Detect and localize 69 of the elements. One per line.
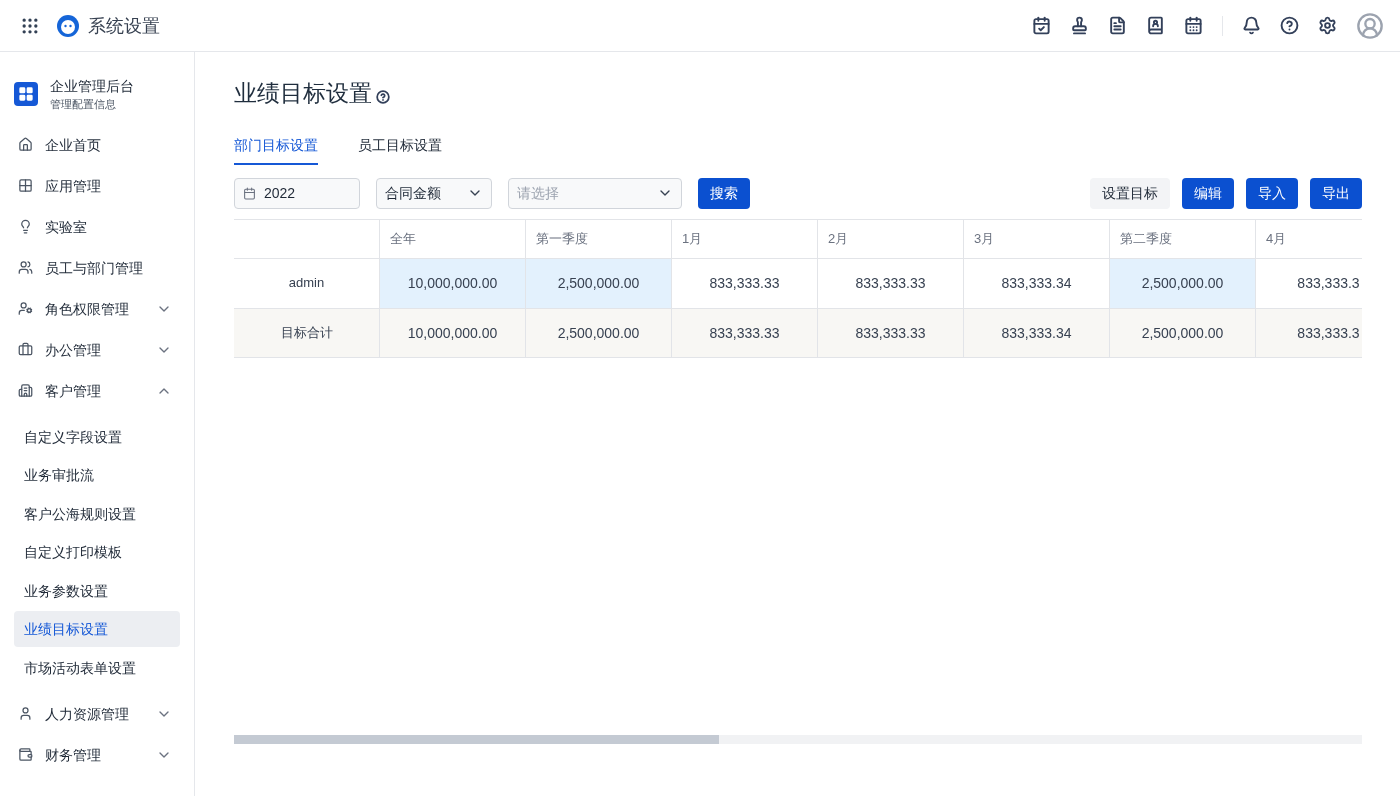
sidebar-item[interactable]: 员工与部门管理 — [14, 247, 180, 288]
sidebar-item[interactable]: 人力资源管理 — [14, 693, 180, 734]
table-cell: 2,500,000.00 — [526, 308, 672, 357]
table-cell: 833,333.34 — [964, 308, 1110, 357]
table-cell: 2,500,000.00 — [526, 258, 672, 308]
user-icon — [18, 706, 33, 721]
calendar-icon — [243, 186, 256, 200]
sidebar-subtitle: 管理配置信息 — [50, 97, 117, 112]
column-header: 全年 — [380, 219, 526, 258]
action-button[interactable]: 设置目标 — [1090, 177, 1170, 209]
table-cell: 833,333.33 — [818, 308, 964, 357]
calendar-check-icon[interactable] — [1032, 16, 1051, 35]
table-cell: 833,333.33 — [672, 308, 818, 357]
action-button[interactable]: 导出 — [1310, 177, 1362, 209]
year-picker[interactable]: 2022 — [234, 177, 360, 209]
column-header: 1月 — [672, 219, 818, 258]
table-cell: 833,333.3 — [1256, 308, 1362, 357]
sidebar-item[interactable]: 客户管理 — [14, 370, 180, 411]
logo-icon — [56, 13, 80, 38]
sidebar-subitem[interactable]: 业务审批流 — [14, 457, 180, 493]
sidebar-subitem[interactable]: 自定义打印模板 — [14, 534, 180, 570]
tab[interactable]: 员工目标设置 — [358, 134, 442, 165]
building-icon — [18, 383, 33, 398]
users-icon — [18, 260, 33, 275]
action-button[interactable]: 导入 — [1246, 177, 1298, 209]
table-cell: 10,000,000.00 — [380, 258, 526, 308]
stamp-icon[interactable] — [1070, 16, 1089, 35]
table-cell: 10,000,000.00 — [380, 308, 526, 357]
sidebar-subitem[interactable]: 业绩目标设置 — [14, 611, 180, 647]
page-title: 业绩目标设置 — [234, 79, 372, 108]
user-gear-icon — [18, 301, 33, 316]
admin-logo-icon — [14, 82, 38, 106]
app-title: 系统设置 — [88, 14, 160, 38]
sidebar-item[interactable]: 财务管理 — [14, 734, 180, 775]
sidebar-item[interactable]: 办公管理 — [14, 329, 180, 370]
home-icon — [18, 137, 33, 152]
search-button[interactable]: 搜索 — [698, 177, 750, 209]
settings-icon[interactable] — [1318, 16, 1337, 35]
sidebar-item[interactable]: 企业首页 — [14, 124, 180, 165]
table-cell: 2,500,000.00 — [1110, 258, 1256, 308]
contact-book-icon[interactable] — [1146, 16, 1165, 35]
tab[interactable]: 部门目标设置 — [234, 134, 318, 165]
help-icon[interactable] — [376, 90, 390, 105]
column-header: 第一季度 — [526, 219, 672, 258]
action-button[interactable]: 编辑 — [1182, 177, 1234, 209]
lightbulb-icon — [18, 219, 33, 234]
column-header: 4月 — [1256, 219, 1362, 258]
column-header: 3月 — [964, 219, 1110, 258]
column-header: 第二季度 — [1110, 219, 1256, 258]
sidebar-title: 企业管理后台 — [50, 77, 134, 96]
sidebar-item[interactable]: 应用管理 — [14, 165, 180, 206]
bell-icon[interactable] — [1242, 16, 1261, 35]
wallet-icon — [18, 747, 33, 762]
sidebar-item[interactable]: 实验室 — [14, 206, 180, 247]
sidebar-subitem[interactable]: 市场活动表单设置 — [14, 649, 180, 686]
metric-select[interactable]: 合同金额 — [376, 177, 492, 209]
help-icon[interactable] — [1280, 16, 1299, 35]
table-cell: 2,500,000.00 — [1110, 308, 1256, 357]
briefcase-icon — [18, 342, 33, 357]
sidebar-subitem[interactable]: 业务参数设置 — [14, 572, 180, 609]
document-icon[interactable] — [1108, 16, 1127, 35]
grid-icon — [18, 178, 33, 193]
horizontal-scrollbar[interactable] — [234, 734, 1362, 744]
row-label: 目标合计 — [234, 308, 380, 357]
sidebar-subitem[interactable]: 客户公海规则设置 — [14, 495, 180, 532]
sidebar-item[interactable]: 角色权限管理 — [14, 288, 180, 329]
sidebar-subitem[interactable]: 自定义字段设置 — [14, 418, 180, 455]
calendar-icon[interactable] — [1184, 16, 1203, 35]
column-header: 2月 — [818, 219, 964, 258]
